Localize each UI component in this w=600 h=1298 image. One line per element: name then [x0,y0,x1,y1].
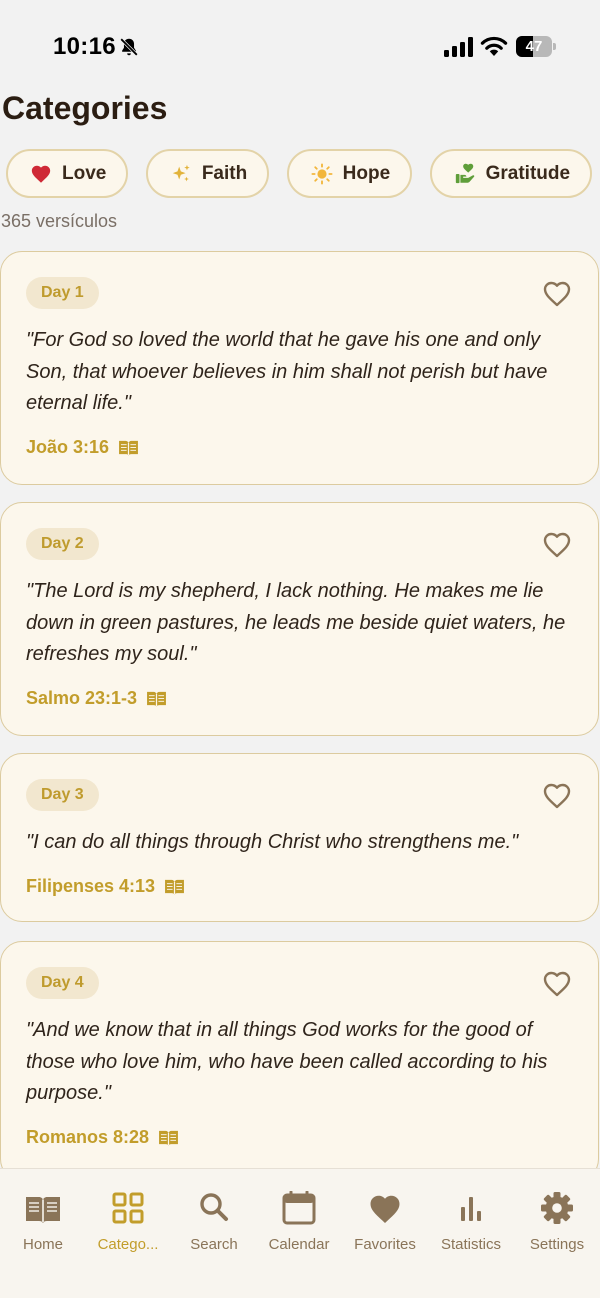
sparkles-icon [172,164,190,181]
battery-body: 47 [516,36,552,57]
verse-text: "And we know that in all things God work… [26,1019,548,1104]
verse-card[interactable]: Day 2 "The Lord is my shepherd, I lack n… [0,502,599,736]
chip-label: Gratitude [485,162,571,184]
chip-label: Hope [342,162,391,184]
cellular-signal-icon [444,37,473,57]
heart-outline-icon[interactable] [542,782,572,809]
tab-settings[interactable]: Settings [514,1191,600,1253]
battery-cap [553,43,556,50]
heart-outline-icon[interactable] [542,970,572,997]
gear-icon [541,1192,573,1224]
day-badge: Day 1 [26,277,99,309]
verse-text: "For God so loved the world that he gave… [26,329,548,414]
verse-card[interactable]: Day 1 "For God so loved the world that h… [0,251,599,485]
open-book-icon [147,691,167,707]
hand-heart-icon [455,163,474,183]
verse-card[interactable]: Day 4 "And we know that in all things Go… [0,941,599,1181]
tab-statistics[interactable]: Statistics [428,1191,514,1253]
day-badge: Day 3 [26,779,99,811]
verse-reference-link[interactable]: João 3:16 [26,437,139,458]
heart-outline-icon[interactable] [542,531,572,558]
open-book-icon [165,879,185,895]
verse-reference-link[interactable]: Salmo 23:1-3 [26,688,167,709]
category-chip-hope[interactable]: Hope [286,149,413,198]
day-badge: Day 4 [26,967,99,999]
sun-icon [311,162,333,185]
battery-percentage: 47 [525,38,543,55]
book-icon [26,1197,60,1223]
category-chip-gratitude[interactable]: Gratitude [429,149,593,198]
status-bar: 10:16 47 [0,0,600,92]
bar-chart-icon [461,1197,481,1221]
search-icon [200,1193,228,1221]
heart-outline-icon[interactable] [542,280,572,307]
verse-reference: Romanos 8:28 [26,1127,150,1147]
wifi-icon [480,36,508,56]
grid-icon [112,1192,144,1224]
bell-muted-icon [120,38,138,56]
open-book-icon [119,440,138,456]
tab-label: Settings [529,1236,585,1253]
category-chip-faith[interactable]: Faith [145,149,270,198]
verse-count: 365 versículos [1,211,118,231]
heart-icon [31,165,51,183]
tab-label: Search [190,1236,238,1253]
chip-label: Faith [201,162,248,184]
tab-label: Catego... [97,1236,159,1253]
tab-label: Calendar [268,1236,330,1253]
tab-label: Favorites [354,1236,416,1253]
status-time: 10:16 [53,33,116,60]
verse-card[interactable]: Day 3 "I can do all things through Chris… [0,753,599,922]
tab-label: Statistics [440,1236,501,1253]
battery-indicator: 47 [516,36,556,57]
page-title: Categories [2,90,168,126]
tab-search[interactable]: Search [171,1191,257,1253]
verse-text: "The Lord is my shepherd, I lack nothing… [26,580,566,665]
tab-label: Home [22,1236,63,1253]
chip-label: Love [62,162,107,184]
open-book-icon [159,1130,178,1146]
verse-text: "I can do all things through Christ who … [26,831,519,853]
category-chip-love[interactable]: Love [6,149,129,198]
heart-icon [370,1195,400,1223]
verse-reference: João 3:16 [26,437,110,457]
tab-home[interactable]: Home [0,1191,86,1253]
verse-reference-link[interactable]: Romanos 8:28 [26,1127,179,1148]
category-chip-row[interactable]: Love Faith Hope Gratitude [6,149,600,199]
verse-reference: Salmo 23:1-3 [26,688,138,708]
tab-favorites[interactable]: Favorites [342,1191,428,1253]
verse-reference: Filipenses 4:13 [26,876,156,896]
bottom-tab-bar: Home Catego... Search Calendar Favorites [0,1168,600,1298]
verse-reference-link[interactable]: Filipenses 4:13 [26,876,185,897]
calendar-icon [282,1191,316,1225]
tab-categories[interactable]: Catego... [85,1191,171,1253]
day-badge: Day 2 [26,528,99,560]
tab-calendar[interactable]: Calendar [256,1191,342,1253]
